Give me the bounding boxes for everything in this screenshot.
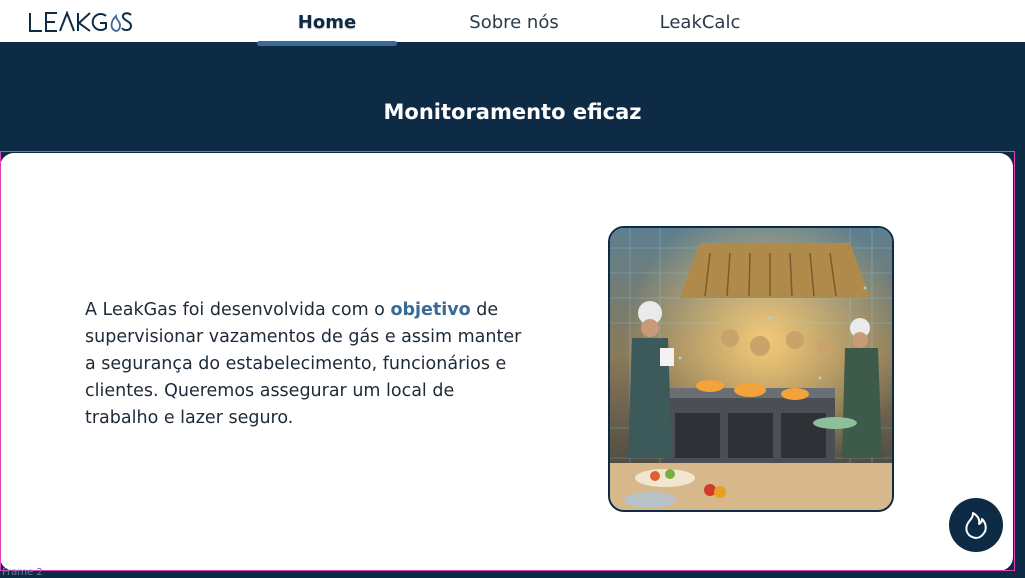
- frame-label: Frame 2: [2, 567, 43, 578]
- about-description: A LeakGas foi desenvolvida com o objetiv…: [85, 297, 525, 432]
- active-tab-indicator: [257, 41, 397, 46]
- nav-home-label: Home: [297, 11, 357, 33]
- about-highlight: objetivo: [390, 300, 471, 320]
- nav-home[interactable]: Home: [257, 0, 397, 44]
- section-title: Monitoramento eficaz: [383, 100, 642, 124]
- kitchen-illustration: [610, 228, 892, 510]
- nav-sobre-nos-label: Sobre nós: [469, 11, 559, 33]
- about-text-before: A LeakGas foi desenvolvida com o: [85, 300, 391, 320]
- top-navbar: Home Sobre nós LeakCalc: [0, 0, 1025, 46]
- kitchen-image: [608, 226, 894, 512]
- flame-fab-button[interactable]: [949, 498, 1003, 552]
- leakgas-logo: [29, 11, 132, 32]
- flame-icon: [965, 512, 987, 539]
- nav-sobre-nos[interactable]: Sobre nós: [450, 0, 578, 44]
- nav-leakcalc[interactable]: LeakCalc: [640, 0, 760, 44]
- brand-logo[interactable]: [28, 9, 132, 35]
- nav-leakcalc-label: LeakCalc: [659, 11, 741, 33]
